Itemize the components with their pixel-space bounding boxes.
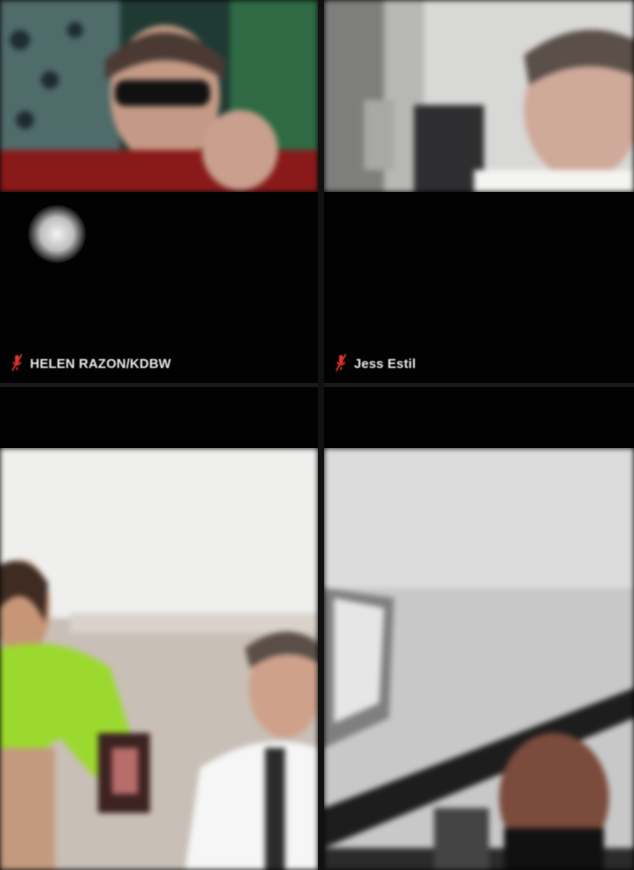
participant-tile-4[interactable]	[324, 448, 634, 870]
participant-name-bar-1: HELEN RAZON/KDBW	[12, 354, 171, 372]
muted-mic-icon	[12, 354, 22, 372]
participant-tile-2[interactable]: Jess Estil	[324, 0, 634, 440]
muted-mic-icon	[336, 354, 346, 372]
participant-video-1	[0, 0, 318, 192]
participant-video-2	[324, 0, 634, 192]
video-frame-1	[0, 0, 318, 192]
video-frame-4	[324, 448, 634, 870]
participant-tile-1[interactable]: HELEN RAZON/KDBW	[0, 0, 318, 440]
grid-divider	[318, 0, 324, 870]
video-frame-2	[324, 0, 634, 192]
participant-name: HELEN RAZON/KDBW	[30, 355, 172, 371]
participant-name-bar-2: Jess Estil	[336, 354, 416, 372]
light-glare	[28, 205, 86, 263]
grid-separator	[0, 383, 634, 387]
video-frame-3	[0, 448, 318, 870]
participant-tile-3[interactable]	[0, 448, 318, 870]
participant-name: Jess Estil	[354, 355, 416, 371]
